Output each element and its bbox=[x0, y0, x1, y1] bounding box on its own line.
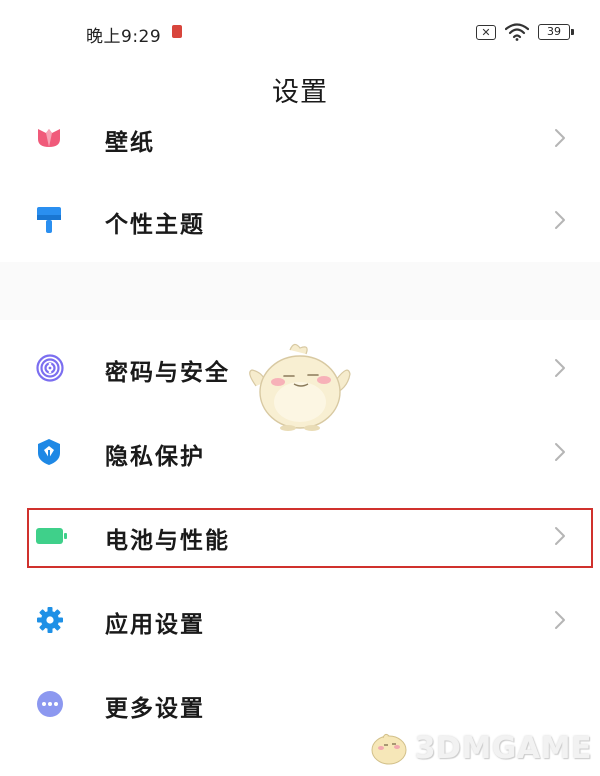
settings-item-label: 密码与安全 bbox=[105, 360, 230, 386]
status-bar: 晚上9:29 ✕ 39 bbox=[0, 0, 600, 60]
settings-item-label: 壁纸 bbox=[105, 130, 155, 156]
section-divider bbox=[0, 262, 600, 320]
settings-item-label: 个性主题 bbox=[105, 212, 205, 238]
wallpaper-icon bbox=[36, 127, 62, 153]
settings-item-label: 隐私保护 bbox=[105, 444, 205, 470]
more-dots-icon bbox=[36, 690, 64, 722]
notification-icon bbox=[172, 25, 182, 38]
wifi-icon bbox=[505, 23, 529, 41]
battery-level-indicator: 39 bbox=[538, 24, 574, 40]
settings-item-theme[interactable]: 个性主题 bbox=[0, 190, 600, 254]
watermark: 3DMGAME bbox=[367, 730, 592, 766]
watermark-text: 3DMGAME bbox=[414, 730, 592, 766]
highlight-box bbox=[27, 508, 593, 568]
settings-item-label: 更多设置 bbox=[105, 696, 205, 722]
theme-brush-icon bbox=[36, 206, 62, 238]
chevron-right-icon bbox=[554, 210, 566, 234]
page-title: 设置 bbox=[272, 77, 328, 108]
gear-icon bbox=[36, 606, 64, 638]
no-sim-icon: ✕ bbox=[476, 24, 496, 40]
mascot-sticker bbox=[249, 343, 351, 431]
chevron-right-icon bbox=[554, 442, 566, 466]
chevron-right-icon bbox=[554, 358, 566, 382]
privacy-shield-icon bbox=[36, 438, 62, 470]
settings-item-wallpaper[interactable]: 壁纸 bbox=[0, 108, 600, 172]
status-icons: ✕ 39 bbox=[476, 20, 574, 44]
fingerprint-icon bbox=[36, 354, 64, 386]
watermark-mascot-icon bbox=[371, 733, 407, 765]
settings-item-app-settings[interactable]: 应用设置 bbox=[0, 590, 600, 654]
settings-item-more-settings[interactable]: 更多设置 bbox=[0, 674, 600, 738]
chevron-right-icon bbox=[554, 610, 566, 634]
chevron-right-icon bbox=[554, 128, 566, 152]
settings-item-label: 应用设置 bbox=[105, 612, 205, 638]
status-time: 晚上9:29 bbox=[86, 27, 162, 47]
